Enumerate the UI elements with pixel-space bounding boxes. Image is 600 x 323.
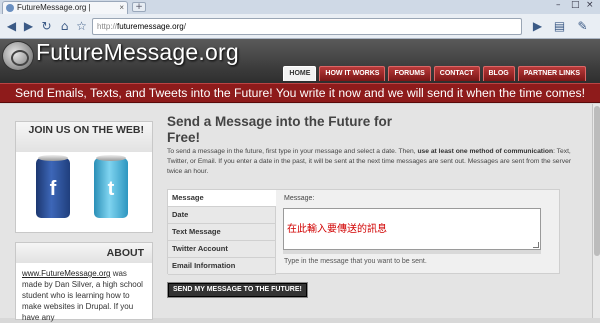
minimize-icon[interactable]: – (556, 0, 561, 10)
browser-tab[interactable]: FutureMessage.org | × (2, 1, 128, 14)
message-value: 在此輸入要傳送的訊息 (287, 224, 387, 235)
url-path: / (183, 22, 186, 31)
new-tab-button[interactable]: + (132, 2, 146, 12)
social-links: f t (16, 152, 152, 232)
nav-home[interactable]: HOME (283, 66, 317, 81)
nav-contact[interactable]: CONTACT (433, 66, 480, 81)
page-scrollbar[interactable] (592, 104, 600, 318)
nav-blog[interactable]: BLOG (482, 66, 515, 81)
nav-forums[interactable]: FORUMS (388, 66, 431, 81)
tab-twitter-account[interactable]: Twitter Account (168, 241, 276, 258)
window-close-icon[interactable]: × (586, 0, 594, 10)
wrench-icon[interactable]: ✎ (575, 19, 590, 34)
message-textarea[interactable]: 在此輸入要傳送的訊息 (283, 208, 541, 250)
send-message-button[interactable]: SEND MY MESSAGE TO THE FUTURE! (167, 282, 308, 298)
twitter-glyph: t (107, 178, 115, 200)
browser-tab-bar: FutureMessage.org | × + – □ × (0, 0, 600, 14)
message-form: Message Date Text Message Twitter Accoun… (167, 189, 560, 275)
go-icon[interactable]: ▶ (530, 19, 545, 34)
address-bar[interactable]: http://futuremessage.org/ (92, 18, 522, 35)
intro-bold: use at least one method of communication (417, 148, 554, 155)
forward-icon[interactable]: ▶ (21, 19, 36, 34)
page-title: Send a Message into the Future for Free! (167, 114, 393, 145)
resize-grip-icon[interactable] (533, 242, 539, 248)
tab-text-message[interactable]: Text Message (168, 224, 276, 241)
message-description: Type in the message that you want to be … (284, 258, 427, 265)
maximize-icon[interactable]: □ (571, 0, 580, 10)
favicon-icon (6, 4, 14, 12)
home-icon[interactable]: ⌂ (57, 19, 72, 34)
tab-date[interactable]: Date (168, 207, 276, 224)
tagline-banner: Send Emails, Texts, and Tweets into the … (0, 83, 600, 103)
tab-title: FutureMessage.org | (17, 3, 91, 12)
join-us-box: JOIN US ON THE WEB! f t (15, 121, 153, 233)
main-nav: HOME HOW IT WORKS FORUMS CONTACT BLOG PA… (283, 66, 586, 81)
message-label: Message: (284, 195, 315, 202)
join-us-title: JOIN US ON THE WEB! (16, 122, 152, 152)
intro-text: To send a message in the future, first t… (167, 147, 585, 177)
site-title[interactable]: FutureMessage.org (36, 39, 239, 66)
site-header: FutureMessage.org HOME HOW IT WORKS FORU… (0, 39, 600, 83)
facebook-icon[interactable]: f (36, 155, 70, 218)
url-domain: futuremessage.org (117, 22, 184, 31)
bookmark-star-icon[interactable]: ☆ (74, 19, 89, 34)
clock-logo-icon[interactable] (2, 41, 34, 71)
reload-icon[interactable]: ↻ (39, 19, 54, 34)
url-protocol: http:// (97, 22, 118, 31)
form-tabs: Message Date Text Message Twitter Accoun… (168, 190, 276, 275)
back-icon[interactable]: ◀ (4, 19, 19, 34)
textarea-grippie[interactable] (283, 250, 541, 254)
facebook-glyph: f (49, 178, 57, 200)
tab-email-information[interactable]: Email Information (168, 258, 276, 275)
about-text: www.FutureMessage.org was made by Dan Si… (16, 263, 152, 323)
about-site-link[interactable]: www.FutureMessage.org (22, 269, 110, 278)
tab-message[interactable]: Message (168, 190, 276, 207)
nav-partner-links[interactable]: PARTNER LINKS (517, 66, 586, 81)
browser-toolbar: ◀ ▶ ↻ ⌂ ☆ http://futuremessage.org/ ▶ ▤ … (0, 14, 600, 39)
twitter-icon[interactable]: t (94, 155, 128, 218)
scroll-thumb[interactable] (594, 106, 600, 256)
intro-part-1: To send a message in the future, first t… (167, 148, 418, 155)
page-menu-icon[interactable]: ▤ (552, 19, 567, 34)
nav-how-it-works[interactable]: HOW IT WORKS (319, 66, 386, 81)
about-box: ABOUT www.FutureMessage.org was made by … (15, 242, 153, 323)
about-title: ABOUT (16, 243, 152, 263)
tab-close-icon[interactable]: × (119, 2, 124, 14)
